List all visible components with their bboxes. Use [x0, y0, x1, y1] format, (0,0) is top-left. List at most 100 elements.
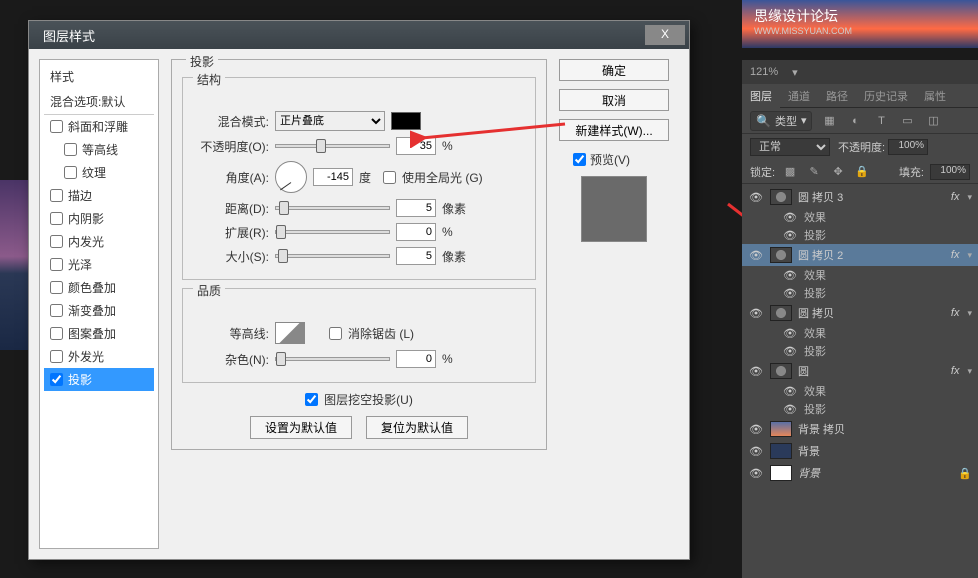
visibility-icon[interactable]: 👁 [782, 211, 798, 224]
fx-badge[interactable]: fx [951, 191, 962, 203]
effect-row[interactable]: 👁效果 [742, 266, 978, 284]
collapse-icon[interactable]: ▾ [967, 250, 972, 261]
blend-options[interactable]: 混合选项:默认 [44, 89, 154, 115]
effect-shadow-row[interactable]: 👁投影 [742, 400, 978, 418]
effect-row[interactable]: 👁效果 [742, 208, 978, 226]
visibility-icon[interactable]: 👁 [748, 423, 764, 436]
gradient-overlay-checkbox[interactable] [50, 304, 63, 317]
cancel-button[interactable]: 取消 [559, 89, 669, 111]
noise-input[interactable] [396, 350, 436, 368]
visibility-icon[interactable]: 👁 [748, 191, 764, 204]
color-overlay-checkbox[interactable] [50, 281, 63, 294]
new-style-button[interactable]: 新建样式(W)... [559, 119, 669, 141]
style-pattern-overlay[interactable]: 图案叠加 [44, 322, 154, 345]
restore-default-button[interactable]: 复位为默认值 [366, 416, 468, 439]
zoom-chevron-icon[interactable]: ▾ [792, 66, 798, 79]
collapse-icon[interactable]: ▾ [967, 366, 972, 377]
tab-properties[interactable]: 属性 [916, 84, 954, 108]
style-inner-glow[interactable]: 内发光 [44, 230, 154, 253]
knockout-checkbox[interactable] [305, 393, 318, 406]
filter-shape-icon[interactable]: ▭ [898, 112, 916, 130]
visibility-icon[interactable]: 👁 [748, 467, 764, 480]
layer-thumbnail[interactable] [770, 305, 792, 321]
visibility-icon[interactable]: 👁 [782, 345, 798, 358]
filter-type[interactable]: 🔍 类型 ▾ [750, 111, 812, 131]
effect-row[interactable]: 👁效果 [742, 324, 978, 342]
filter-image-icon[interactable]: ▦ [820, 112, 838, 130]
layer-row[interactable]: 👁 圆 拷贝 2 fx▾ [742, 244, 978, 266]
layer-thumbnail[interactable] [770, 465, 792, 481]
ok-button[interactable]: 确定 [559, 59, 669, 81]
opacity-input[interactable] [396, 137, 436, 155]
blend-mode-select[interactable]: 正片叠底 [275, 111, 385, 131]
spread-slider[interactable] [275, 230, 390, 234]
visibility-icon[interactable]: 👁 [782, 229, 798, 242]
spread-input[interactable] [396, 223, 436, 241]
visibility-icon[interactable]: 👁 [748, 307, 764, 320]
size-input[interactable] [396, 247, 436, 265]
lock-transparency-icon[interactable]: ▩ [781, 163, 799, 181]
layer-row[interactable]: 👁 背景 [742, 440, 978, 462]
style-outer-glow[interactable]: 外发光 [44, 345, 154, 368]
opacity-slider[interactable] [275, 144, 390, 148]
style-texture[interactable]: 纹理 [44, 161, 154, 184]
set-default-button[interactable]: 设置为默认值 [250, 416, 352, 439]
contour-checkbox[interactable] [64, 143, 77, 156]
layer-fill-input[interactable]: 100% [930, 164, 970, 180]
style-bevel[interactable]: 斜面和浮雕 [44, 115, 154, 138]
visibility-icon[interactable]: 👁 [748, 365, 764, 378]
satin-checkbox[interactable] [50, 258, 63, 271]
tab-paths[interactable]: 路径 [818, 84, 856, 108]
visibility-icon[interactable]: 👁 [748, 445, 764, 458]
effect-shadow-row[interactable]: 👁投影 [742, 226, 978, 244]
style-drop-shadow[interactable]: 投影 [44, 368, 154, 391]
inner-glow-checkbox[interactable] [50, 235, 63, 248]
layer-row[interactable]: 👁 圆 fx▾ [742, 360, 978, 382]
noise-slider[interactable] [275, 357, 390, 361]
lock-all-icon[interactable]: 🔒 [853, 163, 871, 181]
visibility-icon[interactable]: 👁 [782, 269, 798, 282]
layer-row[interactable]: 👁 圆 拷贝 3 fx▾ [742, 186, 978, 208]
layer-thumbnail[interactable] [770, 363, 792, 379]
contour-picker[interactable] [275, 322, 305, 344]
preview-checkbox[interactable] [573, 153, 586, 166]
shadow-color-swatch[interactable] [391, 112, 421, 130]
visibility-icon[interactable]: 👁 [748, 249, 764, 262]
effect-shadow-row[interactable]: 👁投影 [742, 284, 978, 302]
lock-move-icon[interactable]: ✥ [829, 163, 847, 181]
inner-shadow-checkbox[interactable] [50, 212, 63, 225]
dialog-titlebar[interactable]: 图层样式 X [29, 21, 689, 49]
styles-header[interactable]: 样式 [44, 64, 154, 89]
pattern-overlay-checkbox[interactable] [50, 327, 63, 340]
outer-glow-checkbox[interactable] [50, 350, 63, 363]
tab-history[interactable]: 历史记录 [856, 84, 916, 108]
layer-thumbnail[interactable] [770, 421, 792, 437]
fx-badge[interactable]: fx [951, 365, 962, 377]
layer-row[interactable]: 👁 圆 拷贝 fx▾ [742, 302, 978, 324]
distance-input[interactable] [396, 199, 436, 217]
layer-thumbnail[interactable] [770, 189, 792, 205]
layer-opacity-input[interactable]: 100% [888, 139, 928, 155]
layer-blend-select[interactable]: 正常 [750, 138, 830, 156]
visibility-icon[interactable]: 👁 [782, 327, 798, 340]
size-slider[interactable] [275, 254, 390, 258]
visibility-icon[interactable]: 👁 [782, 403, 798, 416]
distance-slider[interactable] [275, 206, 390, 210]
filter-text-icon[interactable]: T [872, 112, 890, 130]
layer-thumbnail[interactable] [770, 443, 792, 459]
lock-brush-icon[interactable]: ✎ [805, 163, 823, 181]
layer-row[interactable]: 👁 背景 拷贝 [742, 418, 978, 440]
style-contour[interactable]: 等高线 [44, 138, 154, 161]
drop-shadow-checkbox[interactable] [50, 373, 63, 386]
fx-badge[interactable]: fx [951, 249, 962, 261]
antialias-checkbox[interactable] [329, 327, 342, 340]
visibility-icon[interactable]: 👁 [782, 385, 798, 398]
angle-dial[interactable] [275, 161, 307, 193]
collapse-icon[interactable]: ▾ [967, 308, 972, 319]
tab-channels[interactable]: 通道 [780, 84, 818, 108]
fx-badge[interactable]: fx [951, 307, 962, 319]
collapse-icon[interactable]: ▾ [967, 192, 972, 203]
layer-row[interactable]: 👁 背景 🔒 [742, 462, 978, 484]
style-inner-shadow[interactable]: 内阴影 [44, 207, 154, 230]
visibility-icon[interactable]: 👁 [782, 287, 798, 300]
